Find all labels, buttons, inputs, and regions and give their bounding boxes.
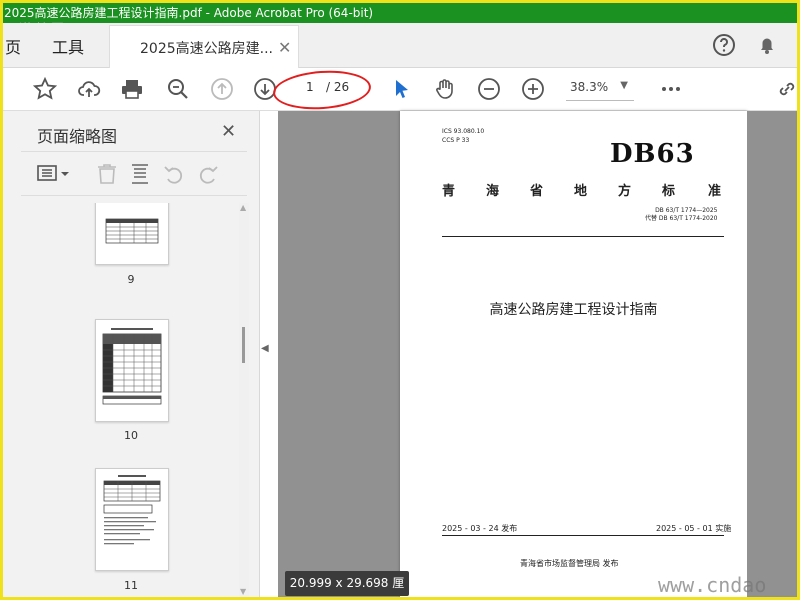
bell-icon[interactable]	[755, 33, 779, 57]
main-toolbar: 1 / 26 38.3% ▼	[3, 67, 797, 113]
ics-code: ICS 93.080.10	[442, 128, 485, 135]
viewer-background	[278, 111, 400, 597]
current-page-input[interactable]: 1	[306, 80, 314, 94]
tab-close-icon[interactable]: ✕	[278, 38, 291, 57]
issuing-authority: 青海省市场监督管理局 发布	[520, 559, 619, 568]
standard-number: DB 63/T 1774—2025	[655, 207, 718, 214]
thumbnail-label: 10	[124, 429, 138, 442]
pdf-page: ICS 93.080.10 CCS P 33 DB63 青 海 省 地 方 标 …	[400, 111, 747, 597]
thumbnail-scrollbar[interactable]: ▲ ▼	[239, 203, 249, 597]
standard-char: 准	[708, 184, 722, 199]
document-viewer: ICS 93.080.10 CCS P 33 DB63 青 海 省 地 方 标 …	[278, 111, 797, 597]
print-icon[interactable]	[120, 77, 144, 101]
standard-char: 方	[618, 184, 632, 199]
standard-char: 地	[574, 184, 588, 199]
page-navigator[interactable]: 1 / 26	[296, 78, 358, 98]
thumbnail-label: 11	[124, 579, 138, 592]
panel-divider	[21, 151, 247, 152]
previous-page-icon[interactable]	[210, 77, 234, 101]
chevron-down-icon: ▼	[620, 80, 628, 91]
scroll-down-icon[interactable]: ▼	[240, 587, 246, 596]
rotate-left-icon[interactable]	[163, 163, 185, 185]
document-tab-title: 2025高速公路房建...	[140, 41, 273, 57]
ccs-code: CCS P 33	[442, 137, 470, 144]
star-icon[interactable]	[33, 77, 57, 101]
thumbnail-panel: 页面缩略图 ✕ 9 10 11 ▲ ▼	[3, 111, 260, 597]
acrobat-window: 2025高速公路房建工程设计指南.pdf - Adobe Acrobat Pro…	[0, 0, 800, 600]
thumbnail-label: 9	[127, 273, 135, 286]
thumbnail-options-icon[interactable]	[37, 164, 73, 184]
delete-page-icon[interactable]	[97, 163, 117, 185]
replaced-standard: 代替 DB 63/T 1774-2020	[645, 215, 718, 222]
document-tab[interactable]: 2025高速公路房建... ✕	[109, 25, 299, 68]
help-icon[interactable]	[712, 33, 736, 57]
doc-footer-rule	[442, 535, 724, 536]
standard-char: 标	[662, 184, 676, 199]
page-thumbnail-9[interactable]	[95, 203, 169, 265]
title-bar: 2025高速公路房建工程设计指南.pdf - Adobe Acrobat Pro…	[3, 3, 797, 23]
hand-tool-icon[interactable]	[433, 77, 457, 101]
page-thumbnail-11[interactable]	[95, 468, 169, 571]
release-date: 2025 - 03 - 24 发布	[442, 524, 518, 533]
menu-tools[interactable]: 工具	[52, 34, 84, 58]
standard-char: 省	[530, 184, 544, 199]
doc-title: 高速公路房建工程设计指南	[489, 302, 658, 318]
page-size-indicator: 20.999 x 29.698 厘米	[285, 571, 409, 596]
extract-page-icon[interactable]	[129, 163, 151, 185]
thumbnail-list: 9 10 11	[21, 203, 239, 597]
page-thumbnail-10[interactable]	[95, 319, 169, 422]
close-panel-icon[interactable]: ✕	[221, 121, 236, 142]
zoom-in-icon[interactable]	[521, 77, 545, 101]
upload-cloud-icon[interactable]	[77, 77, 101, 101]
zoom-out-icon[interactable]	[477, 77, 501, 101]
scroll-up-icon[interactable]: ▲	[240, 203, 246, 212]
thumbnail-toolbar	[21, 155, 247, 193]
menu-home[interactable]: 页	[5, 34, 21, 58]
zoom-value: 38.3%	[570, 80, 609, 94]
thumbnail-panel-title: 页面缩略图	[37, 127, 118, 146]
watermark-bottom: www.cndao	[658, 573, 767, 597]
scrollbar-thumb[interactable]	[242, 327, 245, 363]
doc-db-number: DB63	[610, 139, 695, 169]
collapse-panel-icon[interactable]: ◀	[261, 343, 269, 354]
viewer-background	[747, 111, 797, 597]
doc-header-rule	[442, 236, 724, 237]
select-cursor-icon[interactable]	[390, 77, 414, 101]
link-icon[interactable]	[775, 77, 797, 101]
doc-standard-number: DB 63/T 1774—2025 代替 DB 63/T 1774-2020	[645, 207, 717, 223]
menu-bar: 页 工具 2025高速公路房建... ✕	[3, 23, 797, 68]
more-options-icon[interactable]	[659, 77, 683, 101]
panel-divider	[21, 195, 247, 196]
zoom-dropdown[interactable]: 38.3% ▼	[566, 78, 634, 101]
effective-date: 2025 - 05 - 01 实施	[656, 524, 732, 533]
zoom-search-icon[interactable]	[166, 77, 190, 101]
rotate-right-icon[interactable]	[197, 163, 219, 185]
total-pages: / 26	[326, 80, 350, 94]
standard-char: 青	[442, 184, 456, 199]
standard-char: 海	[486, 184, 500, 199]
doc-classification: ICS 93.080.10 CCS P 33	[442, 127, 484, 145]
